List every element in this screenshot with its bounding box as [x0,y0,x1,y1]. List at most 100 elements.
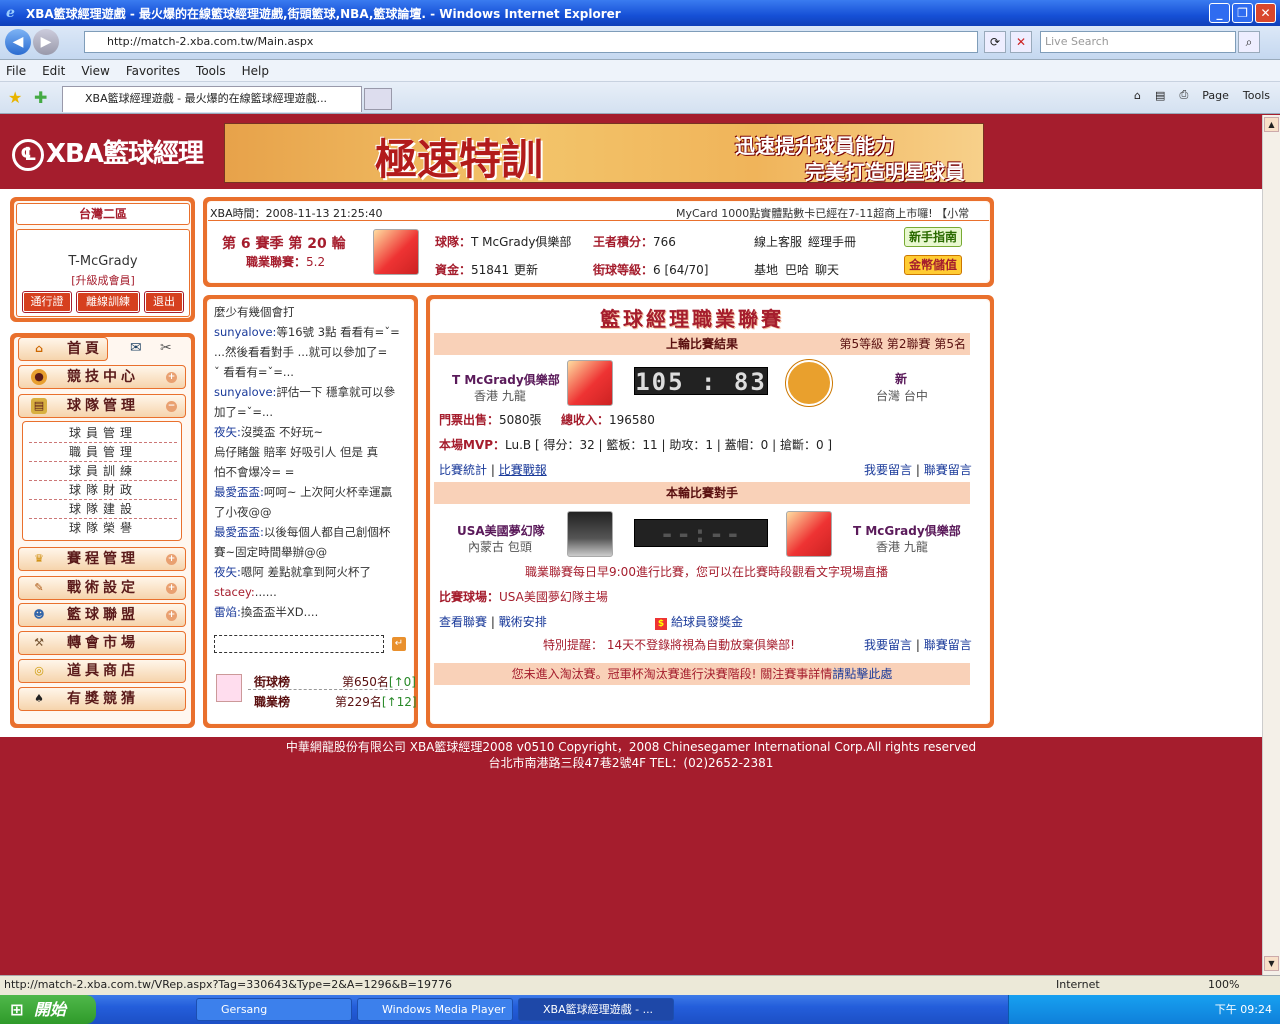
tactics-link[interactable]: 戰術安排 [499,615,547,629]
taskbar-xba[interactable]: XBA籃球經理遊戲 - ... [518,998,674,1021]
url-input[interactable]: http://match-2.xba.com.tw/Main.aspx [84,31,978,53]
menu-help[interactable]: Help [242,64,269,78]
bonus-link[interactable]: 給球員發獎金 [671,615,743,629]
chat-input[interactable] [214,635,384,653]
menu-edit[interactable]: Edit [42,64,65,78]
ie-icon: e [6,5,15,21]
menu-view[interactable]: View [81,64,109,78]
start-button[interactable]: ⊞ 開始 [0,995,96,1024]
banner-line2: 完美打造明星球員 [805,160,965,184]
nav-schedule[interactable]: ♛ 賽程管理 + [18,547,186,571]
minimize-button[interactable]: _ [1209,3,1230,23]
my-team-logo[interactable] [786,511,832,557]
maximize-button[interactable]: ❐ [1232,3,1253,23]
my-team-location: 香港 九龍 [876,540,928,554]
scroll-up-icon[interactable]: ▲ [1264,117,1279,132]
leave-message-link-2[interactable]: 我要留言 [864,638,912,652]
taskbar-media-player[interactable]: Windows Media Player [357,998,513,1021]
xba-time: 2008-11-13 21:25:40 [265,207,383,220]
user-rank[interactable]: [升級成會員] [17,272,189,288]
opponent-team-logo[interactable] [567,511,613,557]
customer-service-link[interactable]: 線上客服 [754,233,802,250]
print-icon[interactable]: ⎙ [1179,88,1188,102]
league-message-link-2[interactable]: 聯賽留言 [924,638,972,652]
manual-link[interactable]: 經理手冊 [808,233,856,250]
exit-button[interactable]: 退出 [144,291,184,313]
home-team-name[interactable]: T McGrady俱樂部 [452,371,560,388]
stop-icon[interactable]: ✕ [1010,31,1032,53]
close-button[interactable]: ✕ [1255,3,1276,23]
submenu-finance[interactable]: 球隊財政 [29,481,177,500]
menu-file[interactable]: File [6,64,26,78]
newbie-guide-button[interactable]: 新手指南 [904,227,963,247]
next-score: --:-- [634,519,768,548]
user-info: T-McGrady [升級成會員] 通行證 離線訓練 退出 [16,229,190,317]
submenu-players[interactable]: 球員管理 [29,424,177,443]
search-input[interactable]: Live Search [1040,31,1236,53]
send-icon[interactable]: ↵ [392,637,406,651]
home-icon[interactable]: ⌂ [1134,89,1141,102]
nav-home[interactable]: ⌂ 首頁 [18,337,108,361]
leave-message-link[interactable]: 我要留言 [864,463,912,477]
submenu-staff[interactable]: 職員管理 [29,443,177,462]
submenu-honor[interactable]: 球隊榮譽 [29,519,177,538]
cup-detail-link[interactable]: 請點擊此處 [832,667,892,681]
vertical-scrollbar[interactable]: ▲ ▼ [1262,115,1280,975]
search-icon[interactable]: ⌕ [1238,31,1260,53]
refresh-link[interactable]: 更新 [514,261,538,278]
submenu-build[interactable]: 球隊建設 [29,500,177,519]
submenu-training[interactable]: 球員訓練 [29,462,177,481]
back-button[interactable]: ◀ [5,29,31,55]
new-tab-button[interactable] [364,88,392,110]
match-stats-link[interactable]: 比賽統計 [439,463,487,477]
league-message-link[interactable]: 聯賽留言 [924,463,972,477]
forward-button[interactable]: ▶ [33,29,59,55]
away-team-name[interactable]: 新 [895,370,907,387]
home-team-logo[interactable] [567,360,613,406]
funds-value: 51841 [471,263,510,277]
nav-league[interactable]: ☻ 籃球聯盟 + [18,603,186,627]
base-link[interactable]: 基地 [754,261,778,278]
opponent-team-name[interactable]: USA美國夢幻隊 [457,522,545,539]
offline-training-button[interactable]: 離線訓練 [76,291,140,313]
feeds-icon[interactable]: ▤ [1155,89,1165,102]
site-logo[interactable]: ℄ XBA籃球經理 [12,133,204,171]
mail-icon[interactable]: ✉ [130,340,142,356]
menu-favorites[interactable]: Favorites [126,64,180,78]
zoom-level[interactable]: 100% [1208,976,1239,994]
nav-tactics[interactable]: ✎ 戰術設定 + [18,576,186,600]
tab-xba[interactable]: XBA籃球經理遊戲 - 最火爆的在線籃球經理遊戲... [62,86,362,112]
match-report-link[interactable]: 比賽戰報 [499,463,547,477]
favorites-star-icon[interactable]: ★ [8,88,22,107]
away-team-logo[interactable] [785,359,833,407]
nav-lottery[interactable]: ♠ 有獎競猜 [18,687,186,711]
taskbar-gersang[interactable]: Gersang [196,998,352,1021]
add-favorite-icon[interactable]: ✚ [34,88,47,107]
trophy-icon: ♛ [34,552,44,565]
team-logo[interactable] [373,229,419,275]
my-team-name[interactable]: T McGrady俱樂部 [853,522,961,539]
marquee-news[interactable]: MyCard 1000點實體點數卡已經在7-11超商上市囉! 【小常 [676,205,969,221]
clock[interactable]: 下午 09:24 [1215,1003,1272,1016]
settings-tools-icon[interactable]: ✂ [160,340,172,356]
page-menu[interactable]: Page [1202,89,1229,102]
logo-mark-icon: ℄ [12,138,44,171]
topup-button[interactable]: 金幣儲值 [904,255,963,275]
site-header: ℄ XBA籃球經理 極速特訓 迅速提升球員能力 完美打造明星球員 [0,115,1262,189]
menu-tools[interactable]: Tools [196,64,226,78]
pass-button[interactable]: 通行證 [22,291,72,313]
street-rank-label[interactable]: 街球榜 [254,673,290,690]
scroll-down-icon[interactable]: ▼ [1264,956,1279,971]
league-rank-label[interactable]: 職業榜 [254,693,290,710]
nav-arena[interactable]: ● 競技中心 + [18,365,186,389]
refresh-icon[interactable]: ⟳ [984,31,1006,53]
ad-banner[interactable]: 極速特訓 迅速提升球員能力 完美打造明星球員 [224,123,984,184]
nav-team-manage[interactable]: ▤ 球隊管理 − [18,394,186,418]
chat-link[interactable]: 聊天 [815,261,839,278]
tools-menu[interactable]: Tools [1243,89,1270,102]
view-league-link[interactable]: 查看聯賽 [439,615,487,629]
nav-shop[interactable]: ◎ 道具商店 [18,659,186,683]
tab-bar: ★ ✚ XBA籃球經理遊戲 - 最火爆的在線籃球經理遊戲... ⌂ ▤ ⎙ Pa… [0,82,1280,114]
bahamut-link[interactable]: 巴哈 [785,261,809,278]
nav-transfer[interactable]: ⚒ 轉會市場 [18,631,186,655]
